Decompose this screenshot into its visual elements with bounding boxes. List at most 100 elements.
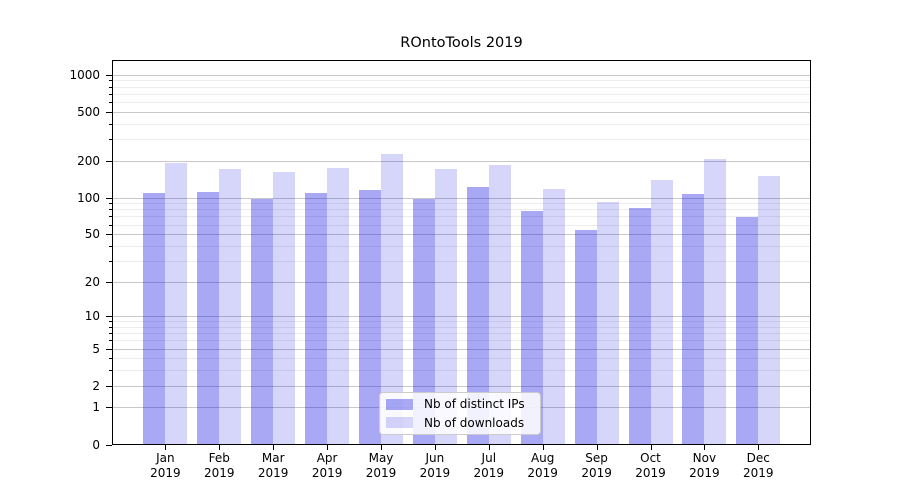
- x-axis-tick: [704, 445, 706, 450]
- legend-label-distinct-ips: Nb of distinct IPs: [424, 397, 525, 412]
- bar-distinct-ips: [736, 217, 759, 444]
- bar-downloads: [219, 168, 242, 444]
- bar-distinct-ips: [574, 230, 597, 444]
- y-tick-label: 50: [84, 227, 100, 242]
- gridline-minor: [113, 86, 810, 88]
- x-tick-label: Jul 2019: [473, 451, 505, 480]
- y-tick-label: 20: [84, 274, 100, 289]
- bar-downloads: [596, 201, 619, 444]
- x-axis-tick: [542, 445, 544, 450]
- x-tick-label: Jun 2019: [419, 451, 451, 480]
- bar-downloads: [758, 176, 781, 444]
- bar-distinct-ips: [305, 192, 328, 444]
- x-axis-tick: [381, 445, 382, 450]
- y-axis-minor-tick: [109, 86, 112, 88]
- x-tick-label: Dec 2019: [743, 451, 774, 480]
- y-axis-minor-tick: [109, 370, 112, 372]
- gridline-minor: [113, 80, 810, 82]
- y-axis-minor-tick: [109, 102, 112, 104]
- gridline-minor: [113, 139, 810, 141]
- y-axis-minor-tick: [109, 203, 112, 205]
- x-axis-tick: [165, 445, 167, 450]
- x-tick-label: Apr 2019: [311, 451, 343, 480]
- y-tick-label: 5: [92, 341, 100, 356]
- x-tick-label: Nov 2019: [689, 451, 720, 480]
- y-axis-minor-tick: [109, 209, 112, 211]
- x-axis-tick: [327, 445, 329, 450]
- gridline-minor: [113, 93, 810, 95]
- bar-downloads: [273, 172, 296, 444]
- y-tick-label: 0: [92, 437, 100, 452]
- y-axis-minor-tick: [109, 245, 112, 247]
- bar-downloads: [704, 159, 727, 444]
- bar-downloads: [542, 188, 565, 444]
- y-axis-minor-tick: [109, 93, 112, 95]
- y-axis-tick: [106, 160, 112, 162]
- y-axis-tick: [106, 197, 112, 199]
- y-axis-minor-tick: [109, 340, 112, 342]
- gridline-minor: [113, 102, 810, 104]
- y-axis-tick: [106, 74, 112, 76]
- legend-item-downloads: Nb of downloads: [386, 414, 534, 433]
- y-axis-minor-tick: [109, 333, 112, 335]
- y-tick-label: 100: [77, 190, 100, 205]
- x-tick-label: Mar 2019: [257, 451, 289, 480]
- x-axis-tick: [434, 445, 436, 450]
- x-tick-label: Jan 2019: [150, 451, 181, 480]
- y-axis-minor-tick: [109, 321, 112, 323]
- y-tick-label: 200: [77, 153, 100, 168]
- plot-area: [113, 61, 810, 444]
- y-tick-label: 1: [92, 400, 100, 415]
- bar-distinct-ips: [682, 194, 705, 444]
- legend-label-downloads: Nb of downloads: [424, 415, 525, 430]
- y-axis-minor-tick: [109, 260, 112, 262]
- bar-distinct-ips: [628, 208, 651, 444]
- y-axis-minor-tick: [109, 216, 112, 218]
- y-tick-label: 10: [84, 309, 100, 324]
- chart-title: ROntoTools 2019: [400, 35, 523, 51]
- y-tick-label: 500: [77, 104, 100, 119]
- x-tick-label: Oct 2019: [635, 451, 666, 480]
- y-tick-label: 2: [92, 378, 100, 393]
- gridline-major: [113, 74, 810, 76]
- y-axis-tick: [106, 444, 112, 446]
- bar-distinct-ips: [197, 191, 220, 444]
- legend: Nb of distinct IPs Nb of downloads: [379, 392, 541, 435]
- chart: ROntoTools 2019 Nb of distinct IPs Nb of…: [0, 0, 900, 500]
- bar-downloads: [327, 167, 350, 444]
- y-axis-minor-tick: [109, 224, 112, 226]
- legend-swatch-downloads: [386, 417, 413, 429]
- y-axis-tick: [106, 385, 112, 387]
- y-tick-label: 1000: [69, 67, 100, 82]
- bar-distinct-ips: [143, 192, 166, 444]
- x-axis-tick: [596, 445, 598, 450]
- bar-downloads: [650, 179, 673, 444]
- x-tick-label: Sep 2019: [581, 451, 612, 480]
- x-tick-label: Feb 2019: [204, 451, 235, 480]
- x-axis-tick: [219, 445, 221, 450]
- bar-distinct-ips: [359, 189, 381, 444]
- y-axis-minor-tick: [109, 123, 112, 125]
- right-spine: [810, 60, 811, 445]
- x-axis-spine: [112, 444, 811, 445]
- y-axis-tick: [106, 281, 112, 283]
- x-tick-label: May 2019: [365, 451, 397, 480]
- x-axis-tick: [758, 445, 760, 450]
- gridline-minor: [113, 123, 810, 125]
- x-axis-tick: [488, 445, 490, 450]
- bar-distinct-ips: [251, 198, 274, 444]
- y-axis-minor-tick: [109, 139, 112, 141]
- x-tick-label: Aug 2019: [527, 451, 558, 480]
- y-axis-minor-tick: [109, 358, 112, 360]
- bar-downloads: [165, 162, 188, 444]
- y-axis-tick: [106, 234, 112, 236]
- gridline-major: [113, 111, 810, 113]
- y-axis-tick: [106, 407, 112, 409]
- x-axis-tick: [273, 445, 275, 450]
- y-axis-minor-tick: [109, 326, 112, 328]
- y-axis-spine: [112, 60, 113, 445]
- legend-item-distinct-ips: Nb of distinct IPs: [386, 395, 534, 414]
- x-axis-tick: [650, 445, 652, 450]
- y-axis-minor-tick: [109, 80, 112, 82]
- y-axis-tick: [106, 111, 112, 113]
